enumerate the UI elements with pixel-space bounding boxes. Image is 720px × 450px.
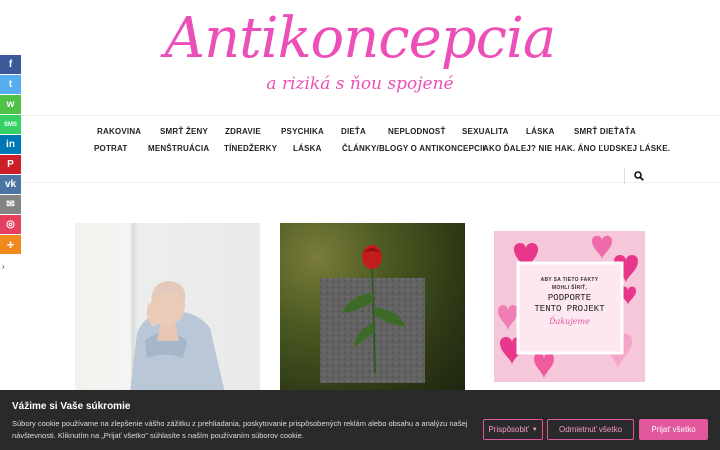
instagram-glyph: ◎ [6, 219, 15, 230]
search-icon [633, 171, 644, 181]
nav-item-dieta[interactable]: DIEŤA [341, 127, 366, 136]
facebook-glyph: f [8, 59, 13, 70]
nav-item-neplodnost[interactable]: NEPLODNOSŤ [388, 127, 446, 136]
search-button[interactable] [624, 168, 652, 184]
post-card-rose-photo[interactable] [280, 223, 465, 393]
promo-line4: TENTO PROJEKT [534, 304, 605, 314]
nav-item-zdravie[interactable]: ZDRAVIE [225, 127, 261, 136]
site-logo[interactable]: Antikoncepcia a riziká s ňou spojené [0, 0, 720, 110]
linkedin-icon[interactable]: in [0, 135, 21, 154]
reject-all-button[interactable]: Odmietnuť všetko [547, 419, 634, 440]
nav-item-laska-2[interactable]: LÁSKA [293, 144, 322, 153]
whatsapp-icon[interactable]: w [0, 95, 21, 114]
customize-button[interactable]: Prispôsobiť ▼ [483, 419, 543, 440]
accept-all-button[interactable]: Prijať všetko [639, 419, 708, 440]
customize-label: Prispôsobiť [488, 425, 529, 434]
post-card-woman-photo[interactable] [75, 223, 260, 393]
sms-glyph: SMS [3, 121, 17, 128]
facebook-icon[interactable]: f [0, 55, 21, 74]
sms-icon[interactable]: SMS [0, 115, 21, 134]
nav-item-ako-dalej[interactable]: AKO ĎALEJ? NIE HAK. ÁNO ĽUDSKEJ LÁSKE. [483, 144, 670, 153]
logo-subtitle: a riziká s ňou spojené [266, 74, 454, 94]
vk-glyph: vk [4, 179, 17, 190]
support-project-banner[interactable]: ABY SA TIETO FAKTY MOHLI ŠÍRIŤ, PODPORTE… [494, 231, 645, 382]
linkedin-glyph: in [6, 139, 15, 150]
pinterest-glyph: P [7, 159, 14, 170]
main-navigation: RAKOVINA SMRŤ ŽENY ZDRAVIE PSYCHIKA DIEŤ… [0, 115, 720, 184]
nav-item-tinedzerky[interactable]: TÍNEDŽERKY [224, 144, 277, 153]
share-toggle-icon[interactable]: › [2, 262, 5, 271]
email-glyph: ✉ [6, 199, 15, 210]
more-icon[interactable]: + [0, 235, 21, 254]
nav-item-smrt-zeny[interactable]: SMRŤ ŽENY [160, 127, 208, 136]
cookie-description: Súbory cookie používame na zlepšenie váš… [12, 419, 468, 440]
email-icon[interactable]: ✉ [0, 195, 21, 214]
cookie-consent-banner: Vážime si Vaše súkromie Súbory cookie po… [0, 390, 720, 450]
nav-item-sexualita[interactable]: SEXUALITA [462, 127, 509, 136]
logo-title: Antikoncepcia [164, 6, 557, 71]
nav-item-rakovina[interactable]: RAKOVINA [97, 127, 141, 136]
woman-photo [130, 281, 225, 393]
caret-down-icon: ▼ [531, 426, 538, 433]
nav-item-smrt-dietata[interactable]: SMRŤ DIEŤAŤA [574, 127, 636, 136]
promo-line3: PODPORTE [547, 293, 592, 303]
cookie-title: Vážime si Vaše súkromie [12, 401, 131, 412]
nav-item-clanky-blogy[interactable]: ČLÁNKY/BLOGY O ANTIKONCEPCII [342, 144, 485, 153]
promo-line1: ABY SA TIETO FAKTY [540, 277, 599, 283]
nav-item-psychika[interactable]: PSYCHIKA [281, 127, 324, 136]
vk-icon[interactable]: vk [0, 175, 21, 194]
nav-item-menstruacia[interactable]: MENŠTRUÁCIA [148, 144, 209, 153]
promo-line2: MOHLI ŠÍRIŤ, [551, 285, 588, 291]
promo-signature: Ďakujeme [549, 317, 590, 326]
pinterest-icon[interactable]: P [0, 155, 21, 174]
twitter-icon[interactable]: t [0, 75, 21, 94]
twitter-glyph: t [8, 79, 13, 90]
rose-photo [320, 245, 425, 383]
more-glyph: + [6, 237, 15, 252]
nav-item-potrat[interactable]: POTRAT [94, 144, 128, 153]
instagram-icon[interactable]: ◎ [0, 215, 21, 234]
nav-item-laska[interactable]: LÁSKA [526, 127, 555, 136]
whatsapp-glyph: w [6, 99, 15, 110]
